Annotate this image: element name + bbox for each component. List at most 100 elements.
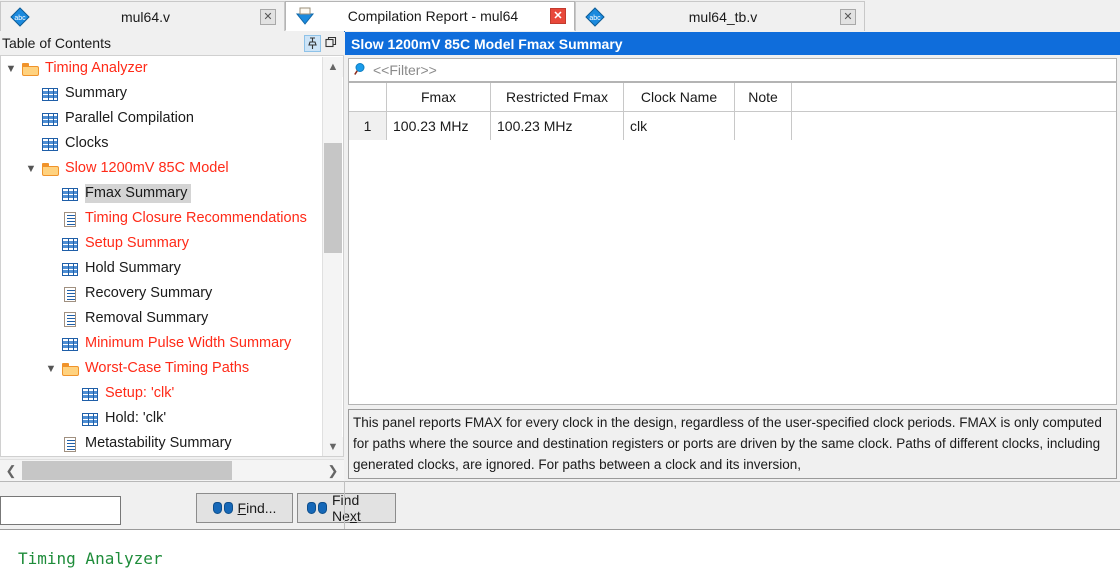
- horizontal-scroll-thumb[interactable]: [22, 461, 232, 480]
- toc-item-removal-summary[interactable]: Removal Summary: [1, 306, 323, 331]
- toc-item-timing-analyzer[interactable]: ▼ Timing Analyzer: [1, 56, 323, 81]
- find-next-button-label: Find Next: [332, 492, 361, 524]
- toc-item-hold-clk[interactable]: Hold: 'clk': [1, 406, 323, 431]
- toc-horizontal-scrollbar[interactable]: ❮ ❯: [0, 459, 344, 481]
- toc-item-label: Clocks: [65, 135, 109, 151]
- table-header-row: Fmax Restricted Fmax Clock Name Note: [349, 83, 1116, 112]
- message-output-area: Timing Analyzer: [0, 529, 1120, 570]
- toc-tree[interactable]: ▼ Timing Analyzer Summary Parallel Compilat…: [0, 55, 344, 457]
- toc-item-clocks[interactable]: Clocks: [1, 131, 323, 156]
- toc-item-label: Setup Summary: [85, 235, 189, 251]
- toc-item-label: Recovery Summary: [85, 285, 213, 301]
- editor-tab[interactable]: abc mul64.v ✕: [0, 1, 285, 31]
- scroll-down-icon[interactable]: ▼: [323, 437, 343, 456]
- svg-text:abc: abc: [589, 15, 601, 22]
- doc-icon: [61, 210, 81, 228]
- report-title-bar: Slow 1200mV 85C Model Fmax Summary: [345, 32, 1120, 55]
- editor-tab[interactable]: Compilation Report - mul64 ✕: [285, 1, 575, 31]
- close-icon[interactable]: ✕: [260, 8, 276, 25]
- message-text: Timing Analyzer: [18, 549, 163, 568]
- toc-item-parallel-compilation[interactable]: Parallel Compilation: [1, 106, 323, 131]
- find-next-button[interactable]: Find Next: [297, 492, 396, 524]
- findbar-divider: [344, 481, 345, 529]
- cell-restricted-fmax: 100.23 MHz: [491, 112, 624, 140]
- table-row[interactable]: 1 100.23 MHz 100.23 MHz clk: [349, 112, 1116, 140]
- column-header-index[interactable]: [349, 83, 387, 111]
- filter-placeholder: <<Filter>>: [373, 62, 437, 78]
- editor-tab-label: mul64_tb.v: [688, 8, 758, 25]
- grid-icon: [61, 235, 81, 253]
- verilog-file-icon: abc: [584, 6, 606, 28]
- column-header-fmax[interactable]: Fmax: [387, 83, 491, 111]
- editor-tab-label: Compilation Report - mul64: [347, 8, 519, 24]
- toc-item-summary[interactable]: Summary: [1, 81, 323, 106]
- toc-item-slow-1200mv-85c-model[interactable]: ▼ Slow 1200mV 85C Model: [1, 156, 323, 181]
- editor-tab[interactable]: abc mul64_tb.v ✕: [575, 1, 865, 31]
- restore-window-icon[interactable]: [324, 35, 341, 52]
- filter-field[interactable]: <<Filter>>: [348, 58, 1117, 82]
- grid-icon: [61, 260, 81, 278]
- binoculars-icon: [307, 501, 327, 515]
- column-header-restricted-fmax[interactable]: Restricted Fmax: [491, 83, 624, 111]
- toc-item-label: Worst-Case Timing Paths: [85, 360, 250, 376]
- find-toolbar: Find... Find Next: [0, 481, 1120, 530]
- toc-item-worst-case-timing-paths[interactable]: ▼ Worst-Case Timing Paths: [1, 356, 323, 381]
- doc-icon: [61, 285, 81, 303]
- scroll-left-icon[interactable]: ❮: [0, 460, 22, 481]
- toc-item-timing-closure-recommendations[interactable]: Timing Closure Recommendations: [1, 206, 323, 231]
- folder-icon: [41, 160, 61, 178]
- chevron-down-icon[interactable]: ▼: [1, 56, 21, 81]
- scroll-right-icon[interactable]: ❯: [322, 460, 344, 481]
- toc-title: Table of Contents: [2, 35, 111, 51]
- search-icon: [353, 62, 373, 78]
- cell-fmax: 100.23 MHz: [387, 112, 491, 140]
- cell-clock-name: clk: [624, 112, 735, 140]
- toc-item-setup-summary[interactable]: Setup Summary: [1, 231, 323, 256]
- report-icon: [294, 5, 316, 27]
- toc-item-minimum-pulse-width-summary[interactable]: Minimum Pulse Width Summary: [1, 331, 323, 356]
- fmax-summary-table[interactable]: Fmax Restricted Fmax Clock Name Note 1 1…: [348, 82, 1117, 405]
- doc-icon: [61, 435, 81, 453]
- report-panel: Slow 1200mV 85C Model Fmax Summary <<Fil…: [345, 31, 1120, 481]
- grid-icon: [81, 410, 101, 428]
- panel-description: This panel reports FMAX for every clock …: [348, 409, 1117, 479]
- toc-item-label: Removal Summary: [85, 310, 209, 326]
- toc-item-label: Metastability Summary: [85, 435, 232, 451]
- folder-icon: [61, 360, 81, 378]
- toc-item-metastability-summary[interactable]: Metastability Summary: [1, 431, 323, 456]
- editor-tab-bar: abc mul64.v ✕ Compilation Report - mul64 ✕ ab…: [0, 0, 1120, 32]
- find-button[interactable]: Find...: [196, 493, 293, 523]
- toc-item-hold-summary[interactable]: Hold Summary: [1, 256, 323, 281]
- panel-description-text: This panel reports FMAX for every clock …: [353, 415, 1102, 472]
- vertical-scroll-thumb[interactable]: [324, 143, 342, 253]
- toc-item-fmax-summary[interactable]: Fmax Summary: [1, 181, 323, 206]
- scroll-up-icon[interactable]: ▲: [323, 57, 343, 77]
- column-header-note[interactable]: Note: [735, 83, 792, 111]
- toc-vertical-scrollbar[interactable]: ▲ ▼: [322, 57, 343, 456]
- close-icon[interactable]: ✕: [550, 8, 566, 24]
- toc-item-recovery-summary[interactable]: Recovery Summary: [1, 281, 323, 306]
- grid-icon: [81, 385, 101, 403]
- pin-icon[interactable]: [304, 34, 321, 52]
- verilog-file-icon: abc: [9, 6, 31, 28]
- close-icon[interactable]: ✕: [840, 8, 856, 25]
- search-input[interactable]: [0, 496, 121, 525]
- toc-item-label: Minimum Pulse Width Summary: [85, 335, 292, 351]
- svg-text:abc: abc: [14, 15, 26, 22]
- column-header-clock-name[interactable]: Clock Name: [624, 83, 735, 111]
- toc-tree-rows: ▼ Timing Analyzer Summary Parallel Compilat…: [1, 56, 323, 456]
- chevron-down-icon[interactable]: ▼: [41, 356, 61, 381]
- grid-icon: [61, 185, 81, 203]
- chevron-down-icon[interactable]: ▼: [21, 156, 41, 181]
- toc-item-setup-clk[interactable]: Setup: 'clk': [1, 381, 323, 406]
- grid-icon: [61, 335, 81, 353]
